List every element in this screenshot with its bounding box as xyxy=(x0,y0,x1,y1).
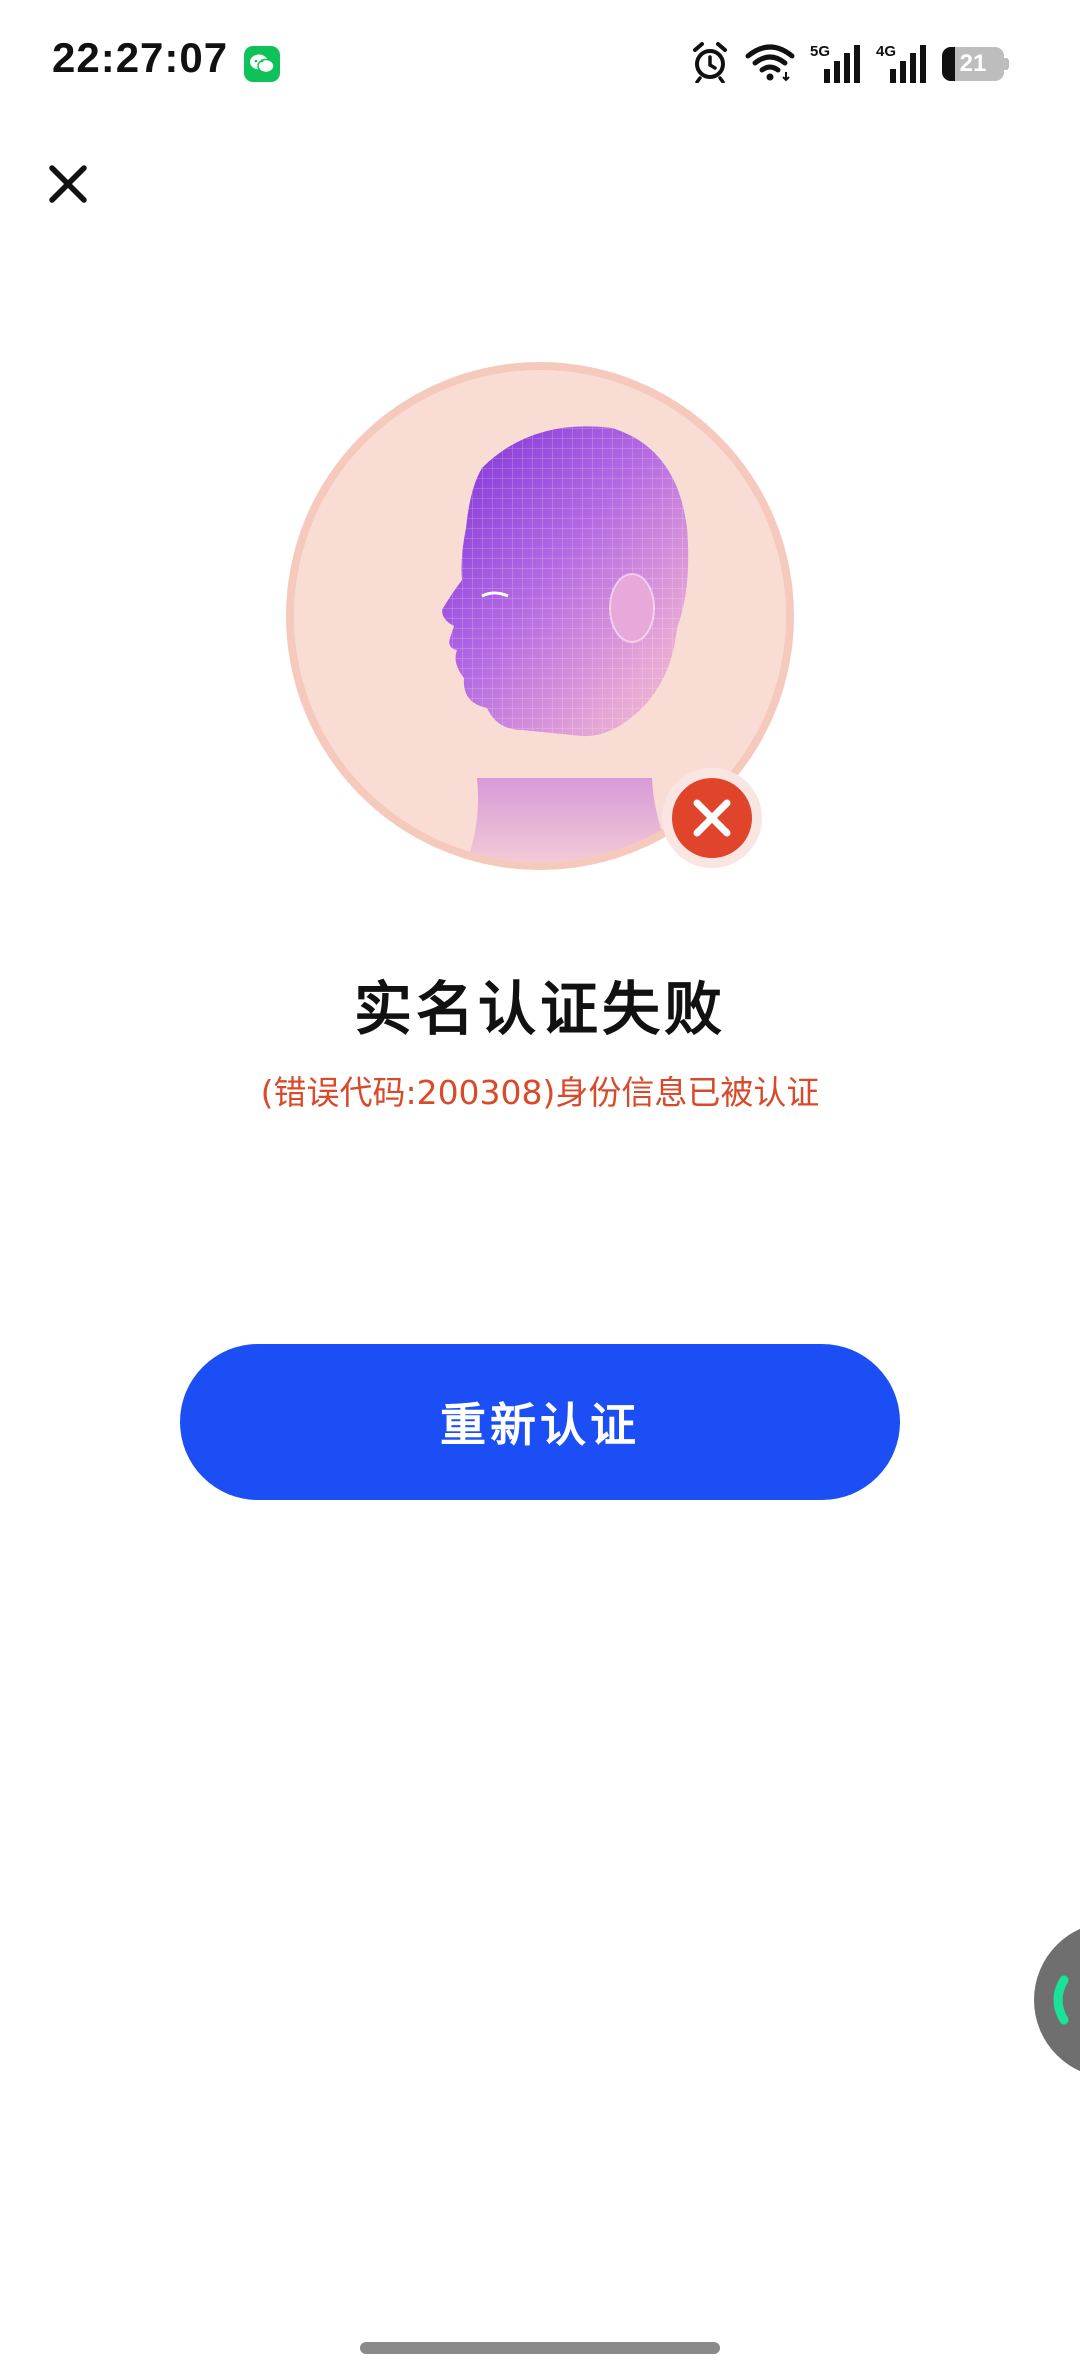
signal-4g-icon: 4G xyxy=(876,43,928,85)
close-icon xyxy=(49,165,87,203)
close-button[interactable] xyxy=(40,156,96,212)
face-scan-illustration xyxy=(282,358,798,874)
signal-5g-icon: 5G xyxy=(810,43,862,85)
wechat-icon xyxy=(244,46,280,82)
retry-verification-button[interactable]: 重新认证 xyxy=(180,1344,900,1500)
status-time: 22:27:07 xyxy=(52,34,229,81)
battery-icon: 21 xyxy=(942,47,1009,81)
status-bar: 22:27:07 5G 4G 21 xyxy=(0,0,1080,130)
alarm-icon xyxy=(690,41,730,87)
error-message: (错误代码:200308)身份信息已被认证 xyxy=(260,1073,820,1112)
floating-assistant-bubble[interactable] xyxy=(1034,1922,1080,2078)
status-icons: 5G 4G 21 xyxy=(690,40,1009,88)
battery-level: 21 xyxy=(959,50,987,77)
wifi-icon xyxy=(744,42,796,86)
home-indicator[interactable] xyxy=(360,2342,720,2354)
error-x-icon xyxy=(660,766,764,870)
result-title: 实名认证失败 xyxy=(353,975,726,1043)
